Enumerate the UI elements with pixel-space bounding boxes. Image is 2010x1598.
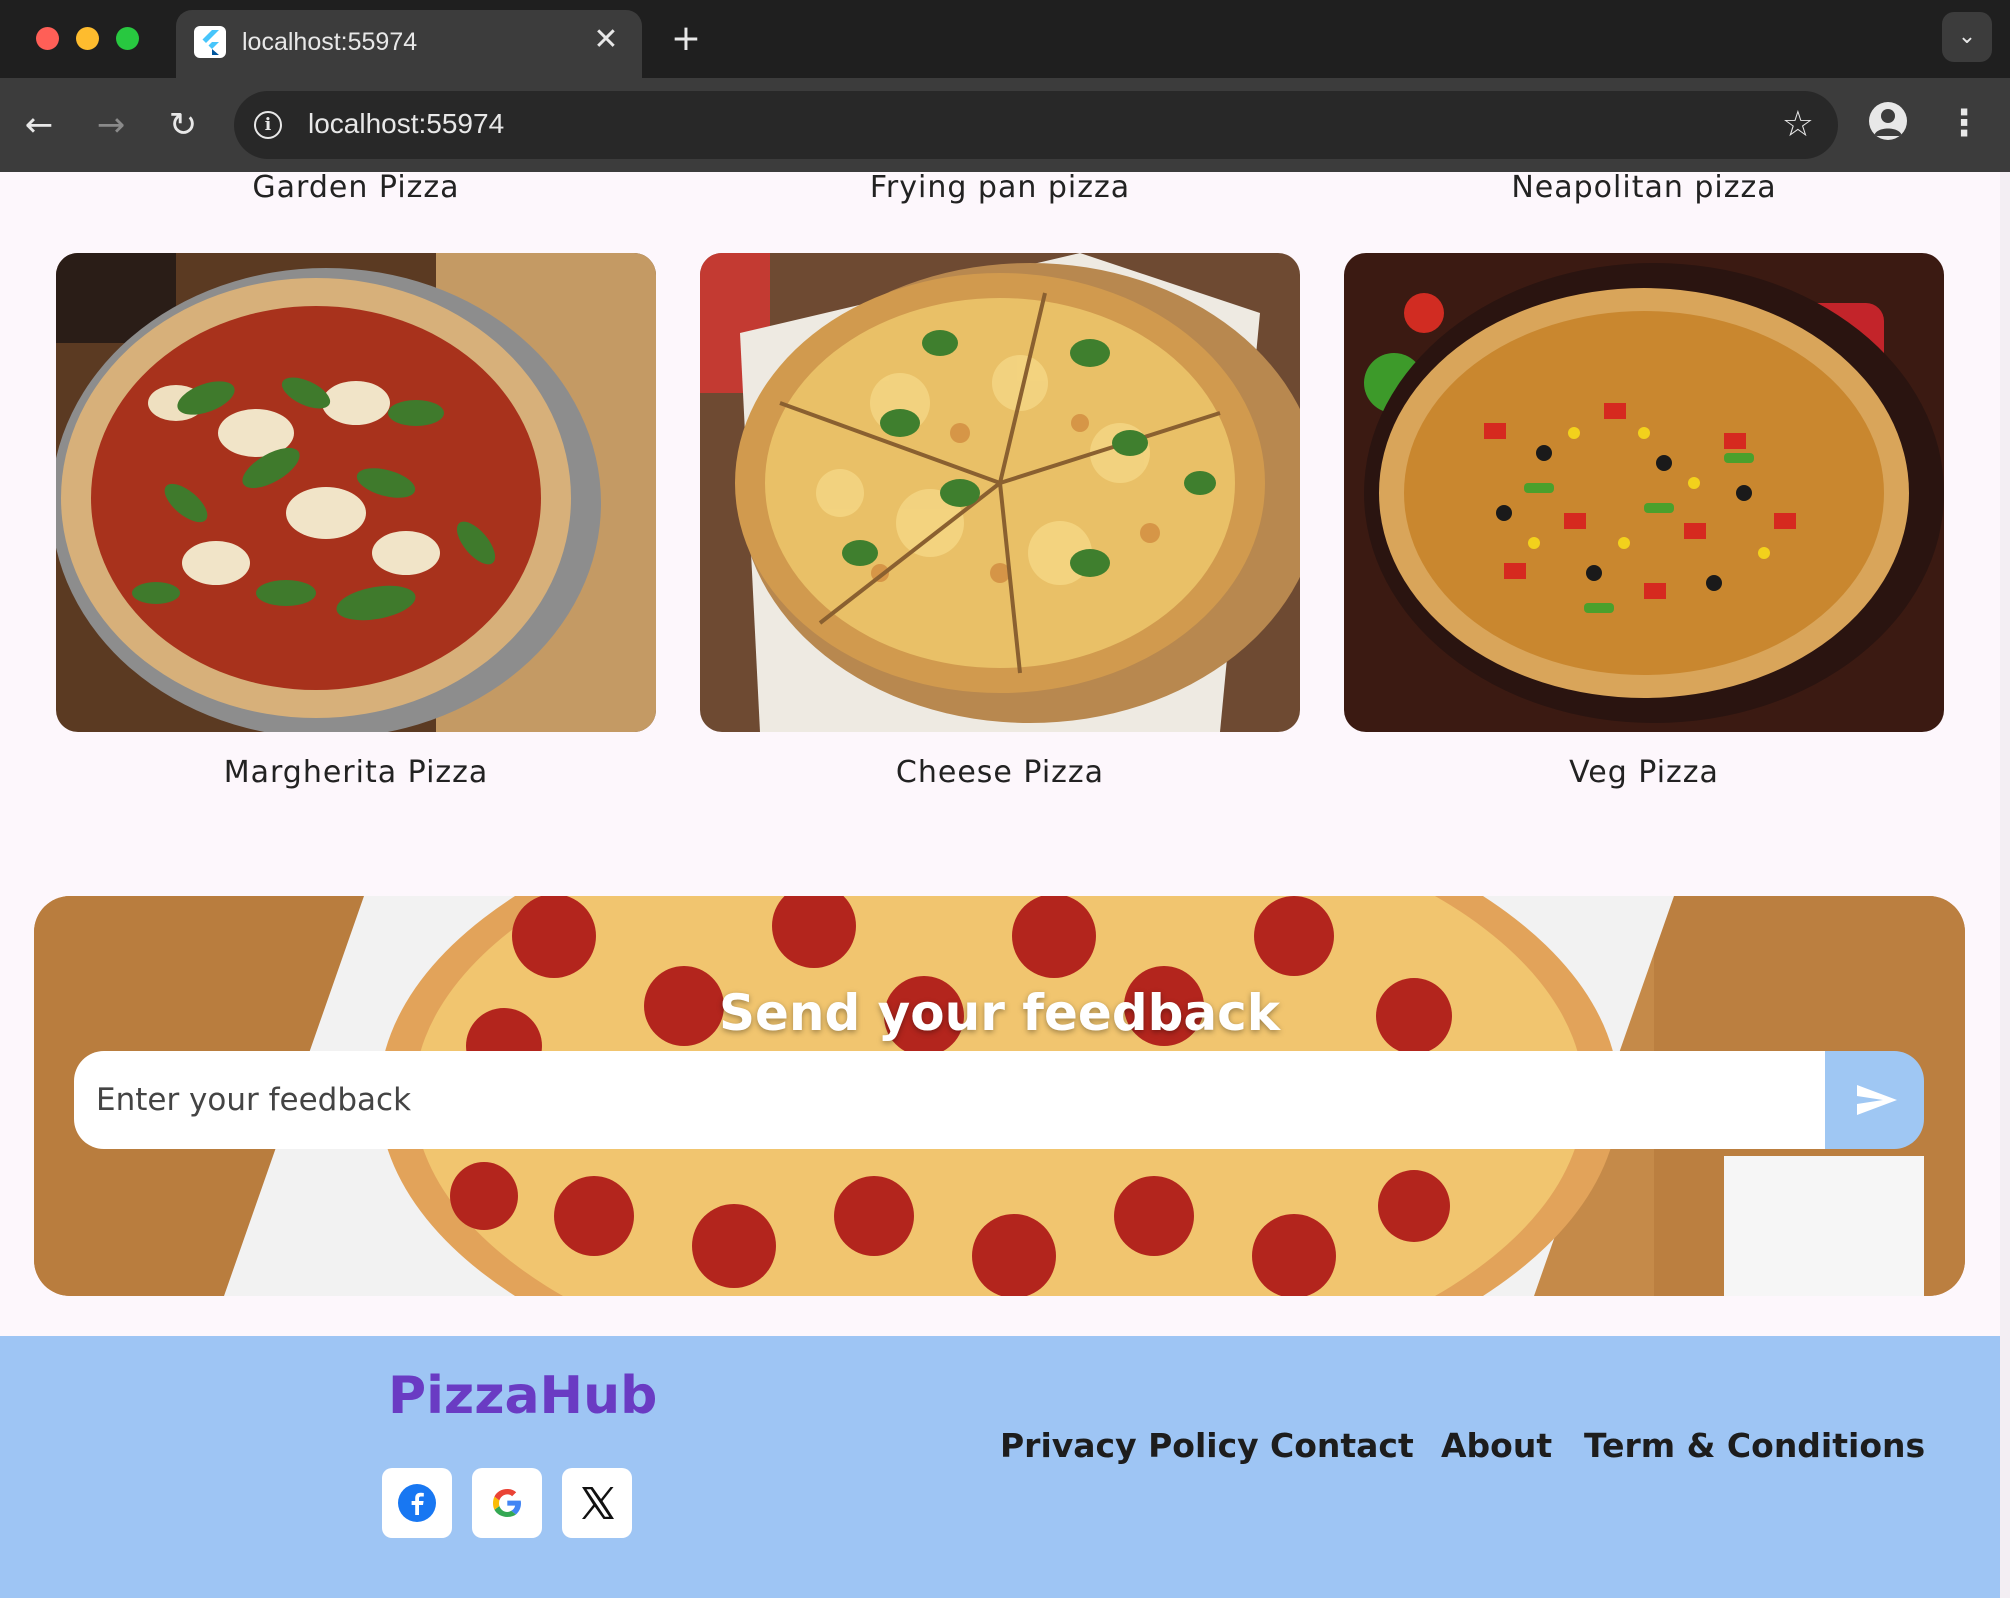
google-button[interactable]: [472, 1468, 542, 1538]
info-icon[interactable]: i: [254, 111, 282, 139]
feedback-title: Send your feedback: [718, 984, 1281, 1042]
pizza-label-garden: Garden Pizza: [252, 170, 460, 205]
close-window-button[interactable]: [36, 27, 59, 50]
reload-icon[interactable]: ↻: [158, 100, 208, 150]
facebook-button[interactable]: [382, 1468, 452, 1538]
star-icon[interactable]: ☆: [1782, 103, 1814, 147]
pizza-card-cheese[interactable]: [700, 253, 1300, 732]
forward-arrow-icon[interactable]: →: [86, 100, 136, 150]
tab-title: localhost:55974: [242, 28, 418, 56]
send-icon: [1857, 1085, 1897, 1115]
back-arrow-icon[interactable]: ←: [14, 100, 64, 150]
footer-link-privacy-policy[interactable]: Privacy Policy: [1000, 1426, 1259, 1465]
pizza-label-frying-pan: Frying pan pizza: [869, 170, 1131, 205]
browser-tab[interactable]: localhost:55974 ✕: [176, 10, 642, 78]
browser-toolbar: ← → ↻ i localhost:55974 ☆ ⋮: [0, 78, 2010, 172]
google-icon: [493, 1489, 521, 1517]
url-text[interactable]: localhost:55974: [308, 108, 504, 140]
x-button[interactable]: [562, 1468, 632, 1538]
x-icon: [582, 1487, 614, 1519]
pizza-label-veg: Veg Pizza: [1569, 755, 1719, 790]
feedback-input[interactable]: [74, 1051, 1831, 1149]
pizza-label-neapolitan: Neapolitan pizza: [1511, 170, 1777, 205]
footer-link-terms[interactable]: Term & Conditions: [1584, 1426, 1925, 1465]
page-scrollbar[interactable]: [2000, 172, 2010, 1598]
footer-link-about[interactable]: About: [1441, 1426, 1552, 1465]
facebook-icon: [398, 1484, 436, 1522]
close-icon[interactable]: ✕: [588, 22, 624, 58]
kebab-menu-icon[interactable]: ⋮: [1944, 98, 1984, 150]
margherita-pizza-image: [56, 253, 656, 732]
flutter-favicon-icon: [194, 26, 226, 58]
pizza-label-cheese: Cheese Pizza: [895, 755, 1105, 790]
profile-icon[interactable]: [1869, 102, 1907, 140]
address-bar[interactable]: i localhost:55974 ☆: [234, 91, 1838, 159]
veg-pizza-image: [1344, 253, 1944, 732]
footer-link-contact[interactable]: Contact: [1270, 1426, 1414, 1465]
plus-icon[interactable]: +: [664, 18, 708, 62]
brand-logo-text: PizzaHub: [388, 1366, 658, 1426]
pizza-card-veg[interactable]: [1344, 253, 1944, 732]
browser-tab-bar: localhost:55974 ✕ + ⌄: [0, 0, 2010, 78]
chevron-down-icon[interactable]: ⌄: [1942, 12, 1992, 62]
maximize-window-button[interactable]: [116, 27, 139, 50]
cheese-pizza-image: [700, 253, 1300, 732]
minimize-window-button[interactable]: [76, 27, 99, 50]
pizza-label-margherita: Margherita Pizza: [223, 755, 489, 790]
feedback-banner: Send your feedback: [34, 896, 1965, 1296]
pizza-card-margherita[interactable]: [56, 253, 656, 732]
send-feedback-button[interactable]: [1825, 1051, 1924, 1149]
footer: PizzaHub Privacy Policy Contact About Te…: [0, 1336, 2000, 1598]
